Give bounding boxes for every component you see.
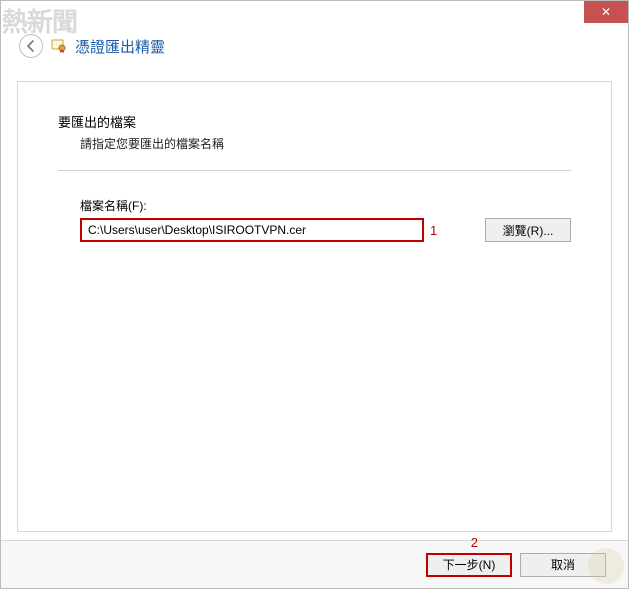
annotation-2: 2 (471, 535, 478, 550)
section-subtitle: 請指定您要匯出的檔案名稱 (58, 135, 571, 152)
wizard-header: 憑證匯出精靈 (1, 29, 628, 63)
divider (58, 170, 571, 171)
certificate-icon (51, 38, 67, 54)
annotation-1: 1 (430, 223, 437, 238)
filename-row: 1 瀏覽(R)... (80, 218, 571, 242)
filename-label: 檔案名稱(F): (80, 197, 571, 214)
content-area: 要匯出的檔案 請指定您要匯出的檔案名稱 檔案名稱(F): 1 瀏覽(R)... (1, 63, 628, 540)
close-button[interactable]: ✕ (584, 1, 628, 23)
next-button[interactable]: 下一步(N) (426, 553, 512, 577)
wizard-window: ✕ 憑證匯出精靈 要匯出的檔案 請指定您要匯出的檔案名稱 檔案名稱(F): (0, 0, 629, 589)
browse-button[interactable]: 瀏覽(R)... (485, 218, 571, 242)
filename-input[interactable] (80, 218, 424, 242)
back-button[interactable] (19, 34, 43, 58)
cancel-button[interactable]: 取消 (520, 553, 606, 577)
wizard-footer: 2 下一步(N) 取消 (1, 540, 628, 588)
content-panel: 要匯出的檔案 請指定您要匯出的檔案名稱 檔案名稱(F): 1 瀏覽(R)... (17, 81, 612, 532)
filename-field-block: 檔案名稱(F): 1 瀏覽(R)... (58, 197, 571, 242)
arrow-left-icon (24, 39, 38, 53)
titlebar: ✕ (1, 1, 628, 29)
close-icon: ✕ (601, 5, 611, 19)
wizard-title: 憑證匯出精靈 (75, 36, 165, 57)
section-title: 要匯出的檔案 (58, 112, 571, 131)
